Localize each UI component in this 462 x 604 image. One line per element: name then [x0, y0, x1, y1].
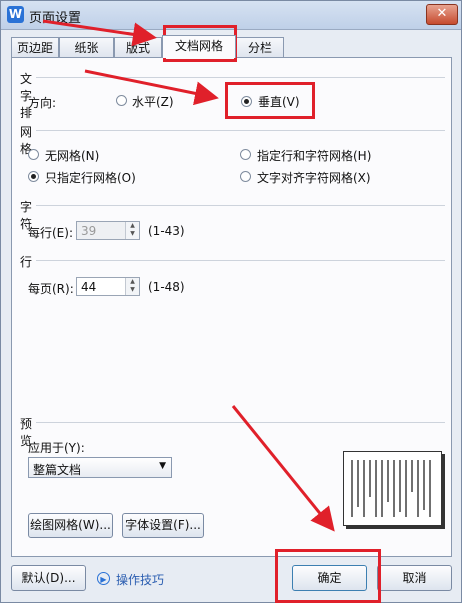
page-setup-dialog: W 页面设置 ✕ 页边距 纸张 版式 文档网格 分栏 文字排列 方向: 水平(Z…	[0, 0, 462, 603]
arrow-to-ok	[231, 405, 335, 532]
arrow-to-vertical	[84, 69, 219, 106]
arrow-to-tab	[42, 19, 157, 47]
tab-document-grid[interactable]: 文档网格	[162, 35, 236, 58]
annotation-arrows	[42, 19, 335, 532]
